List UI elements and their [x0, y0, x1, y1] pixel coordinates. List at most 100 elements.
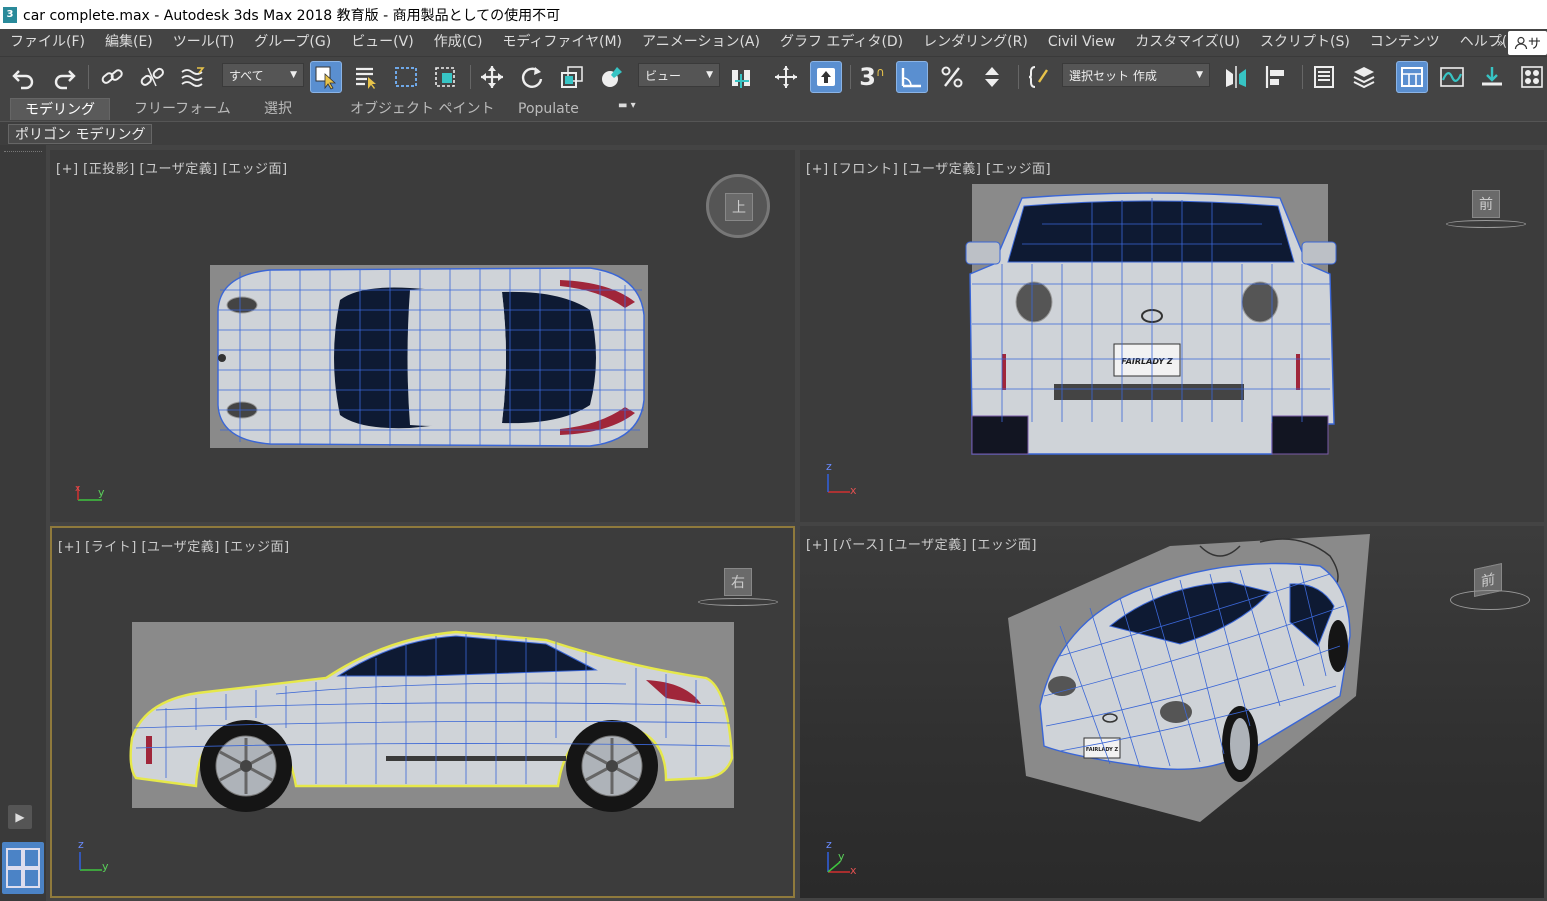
angle-snap-icon [901, 68, 921, 88]
keyboard-shortcut-override-button[interactable] [810, 61, 842, 93]
viewport-layout-button[interactable] [2, 842, 44, 894]
tab-populate[interactable]: Populate [504, 98, 593, 120]
toggle-ribbon-button[interactable] [1396, 61, 1428, 93]
menu-edit[interactable]: 編集(E) [95, 29, 163, 56]
unlink-button[interactable] [136, 61, 168, 93]
viewport-layout-icon [6, 848, 40, 888]
viewport-perspective[interactable]: [+] [パース] [ユーザ定義] [エッジ面] FAIRLADY Z 前 z … [800, 526, 1544, 898]
axis-label-z: z [78, 838, 84, 851]
menu-modifiers[interactable]: モディファイヤ(M) [492, 29, 632, 56]
layer-explorer-button[interactable] [1348, 61, 1380, 93]
axis-label-x: x [850, 484, 857, 497]
material-editor-icon [1521, 66, 1543, 88]
align-button[interactable] [1260, 61, 1292, 93]
select-by-name-button[interactable] [350, 61, 382, 93]
move-button[interactable] [476, 61, 508, 93]
undo-button[interactable] [8, 61, 40, 93]
redo-button[interactable] [48, 61, 80, 93]
viewcube-ring [1450, 590, 1530, 610]
reference-coordinate-dropdown[interactable]: ビュー ▼ [638, 63, 720, 87]
select-object-button[interactable] [310, 61, 342, 93]
select-manipulate-button[interactable] [770, 61, 802, 93]
car-mesh-side[interactable] [126, 618, 738, 818]
viewcube-face[interactable]: 上 [725, 193, 753, 221]
rotate-button[interactable] [516, 61, 548, 93]
redo-icon [54, 70, 76, 90]
menu-rendering[interactable]: レンダリング(R) [913, 29, 1038, 56]
menu-create[interactable]: 作成(C) [424, 29, 493, 56]
ribbon-options-button[interactable]: ▬ ▾ [618, 100, 648, 116]
spinner-snap-button[interactable] [976, 61, 1008, 93]
scale-button[interactable] [556, 61, 588, 93]
bind-spacewarp-button[interactable] [176, 61, 208, 93]
window-title: car complete.max - Autodesk 3ds Max 2018… [23, 7, 561, 24]
percent-snap-icon [941, 66, 963, 88]
menu-animation[interactable]: アニメーション(A) [632, 29, 770, 56]
viewport-top[interactable]: [+] [正投影] [ユーザ定義] [エッジ面] 上 y x [50, 150, 795, 522]
spinner-snap-icon [985, 67, 999, 87]
named-selection-icon [1028, 66, 1048, 88]
curve-editor-button[interactable] [1436, 61, 1468, 93]
user-account-button[interactable]: サ [1507, 30, 1547, 55]
edit-named-selection-button[interactable] [1024, 61, 1056, 93]
viewport-front-label[interactable]: [+] [フロント] [ユーザ定義] [エッジ面] [806, 158, 1051, 177]
mirror-button[interactable] [1220, 61, 1252, 93]
rectangular-selection-button[interactable] [390, 61, 422, 93]
menu-view[interactable]: ビュー(V) [341, 29, 424, 56]
axis-label-y: y [98, 486, 105, 499]
axis-label-z: z [826, 838, 832, 851]
scene-explorer-icon [1314, 66, 1334, 88]
menu-file[interactable]: ファイル(F) [0, 29, 95, 56]
pivot-point-center-button[interactable] [726, 61, 758, 93]
menu-customize[interactable]: カスタマイズ(U) [1125, 29, 1250, 56]
menu-tools[interactable]: ツール(T) [163, 29, 244, 56]
tab-modeling[interactable]: モデリング [10, 98, 110, 120]
menu-scripting[interactable]: スクリプト(S) [1250, 29, 1360, 56]
viewcube-front[interactable]: 前 [1472, 190, 1500, 218]
perspective-plate-text: FAIRLADY Z [1086, 747, 1119, 753]
spacewarp-icon [181, 67, 205, 87]
viewcube-right[interactable]: 右 [724, 568, 752, 596]
expand-panel-button[interactable]: ▶ [8, 805, 32, 829]
window-crossing-button[interactable] [430, 61, 462, 93]
selection-filter-dropdown[interactable]: すべて ▼ [222, 63, 304, 87]
viewcube-ring [698, 598, 778, 606]
angle-snap-button[interactable] [896, 61, 928, 93]
tab-selection[interactable]: 選択 [250, 98, 306, 120]
car-mesh-top[interactable] [210, 260, 650, 455]
viewport-front[interactable]: [+] [フロント] [ユーザ定義] [エッジ面] FAIRLADY Z 前 z… [800, 150, 1544, 522]
scene-explorer-button[interactable] [1308, 61, 1340, 93]
user-icon [1514, 36, 1528, 49]
schematic-view-button[interactable] [1476, 61, 1508, 93]
viewcube-ring [1446, 220, 1526, 228]
material-editor-button[interactable] [1516, 61, 1547, 93]
place-button[interactable] [596, 61, 628, 93]
chevron-down-icon: ▼ [290, 70, 297, 80]
polygon-modeling-panel[interactable]: ポリゴン モデリング [8, 124, 153, 144]
menu-graph-editors[interactable]: グラフ エディタ(D) [770, 29, 913, 56]
viewcube-top[interactable]: 上 [706, 174, 770, 238]
link-icon [101, 69, 123, 84]
tab-object-paint[interactable]: オブジェクト ペイント [336, 98, 508, 120]
named-selection-set-dropdown[interactable]: 選択セット 作成 ▼ [1062, 63, 1210, 87]
rotate-icon [521, 67, 543, 88]
app-icon[interactable]: 3 [3, 6, 17, 23]
menu-overflow-button[interactable]: » [1493, 36, 1508, 50]
viewport-top-label[interactable]: [+] [正投影] [ユーザ定義] [エッジ面] [56, 158, 288, 177]
menu-civil-view[interactable]: Civil View [1038, 29, 1125, 56]
tab-freeform[interactable]: フリーフォーム [120, 98, 245, 120]
named-selection-set-value: 選択セット 作成 [1069, 68, 1157, 83]
viewport-right-label[interactable]: [+] [ライト] [ユーザ定義] [エッジ面] [58, 536, 290, 555]
menu-group[interactable]: グループ(G) [244, 29, 341, 56]
car-mesh-perspective[interactable]: FAIRLADY Z [1000, 526, 1380, 826]
chevron-down-icon: ▼ [1196, 70, 1203, 80]
window-crossing-icon [435, 67, 455, 87]
car-mesh-front[interactable]: FAIRLADY Z [962, 184, 1340, 456]
unlink-icon [140, 67, 164, 87]
snaps-toggle-button[interactable]: 3 ∩ [856, 61, 888, 93]
menu-content[interactable]: コンテンツ [1360, 29, 1450, 56]
link-button[interactable] [96, 61, 128, 93]
viewport-right[interactable]: [+] [ライト] [ユーザ定義] [エッジ面] 右 z y [50, 526, 795, 898]
scale-icon [561, 66, 583, 88]
percent-snap-button[interactable] [936, 61, 968, 93]
